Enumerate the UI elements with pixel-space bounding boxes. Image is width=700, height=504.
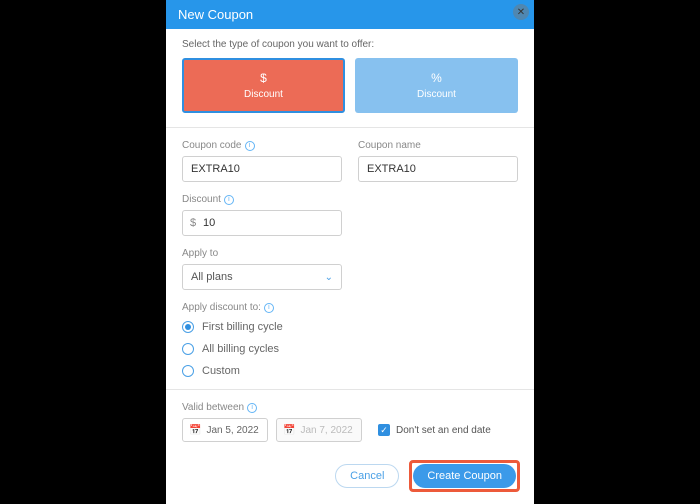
percent-label: Discount — [417, 89, 456, 100]
calendar-icon: 📅 — [189, 425, 201, 436]
percent-icon: % — [431, 71, 442, 85]
apply-to-label: Apply to — [182, 248, 518, 259]
percent-discount-card[interactable]: % Discount — [355, 58, 518, 113]
radio-icon — [182, 365, 194, 377]
coupon-type-row: $ Discount % Discount — [182, 58, 518, 113]
radio-all-billing[interactable]: All billing cycles — [182, 343, 518, 355]
coupon-code-label: Coupon code i — [182, 140, 342, 151]
new-coupon-modal: New Coupon ✕ Select the type of coupon y… — [166, 0, 534, 504]
modal-title: New Coupon — [178, 7, 253, 22]
checkbox-icon: ✓ — [378, 424, 390, 436]
code-name-row: Coupon code i Coupon name — [182, 140, 518, 182]
select-type-label: Select the type of coupon you want to of… — [182, 39, 518, 50]
coupon-code-input[interactable] — [182, 156, 342, 182]
radio-custom[interactable]: Custom — [182, 365, 518, 377]
valid-between-label: Valid between i — [182, 402, 518, 413]
modal-body: Select the type of coupon you want to of… — [166, 29, 534, 450]
coupon-name-label: Coupon name — [358, 140, 518, 151]
apply-discount-label: Apply discount to: i — [182, 302, 518, 313]
close-icon: ✕ — [517, 7, 525, 18]
info-icon[interactable]: i — [264, 303, 274, 313]
modal-header: New Coupon ✕ — [166, 0, 534, 29]
start-date-input[interactable]: 📅 Jan 5, 2022 — [182, 418, 268, 442]
valid-between-row: 📅 Jan 5, 2022 📅 Jan 7, 2022 ✓ Don't set … — [182, 418, 518, 442]
end-date-input: 📅 Jan 7, 2022 — [276, 418, 362, 442]
dollar-label: Discount — [244, 89, 283, 100]
info-icon[interactable]: i — [247, 403, 257, 413]
close-button[interactable]: ✕ — [513, 4, 529, 20]
create-coupon-button[interactable]: Create Coupon — [413, 464, 516, 488]
apply-discount-radio-group: First billing cycle All billing cycles C… — [182, 321, 518, 377]
apply-to-select[interactable]: All plans ⌄ — [182, 264, 342, 290]
calendar-icon: 📅 — [283, 425, 295, 436]
info-icon[interactable]: i — [224, 195, 234, 205]
radio-first-billing[interactable]: First billing cycle — [182, 321, 518, 333]
coupon-name-input[interactable] — [358, 156, 518, 182]
cancel-button[interactable]: Cancel — [335, 464, 399, 488]
currency-prefix: $ — [190, 210, 196, 236]
apply-to-value: All plans — [191, 271, 233, 283]
no-end-date-checkbox-wrap[interactable]: ✓ Don't set an end date — [378, 424, 491, 436]
discount-label: Discount i — [182, 194, 518, 205]
divider — [166, 389, 534, 390]
radio-icon — [182, 343, 194, 355]
modal-footer: Cancel Create Coupon — [166, 450, 534, 504]
chevron-down-icon: ⌄ — [325, 272, 333, 283]
create-button-highlight: Create Coupon — [409, 460, 520, 492]
dollar-discount-card[interactable]: $ Discount — [182, 58, 345, 113]
dollar-icon: $ — [260, 71, 267, 85]
radio-icon — [182, 321, 194, 333]
discount-input[interactable] — [182, 210, 342, 236]
info-icon[interactable]: i — [245, 141, 255, 151]
divider — [166, 127, 534, 128]
